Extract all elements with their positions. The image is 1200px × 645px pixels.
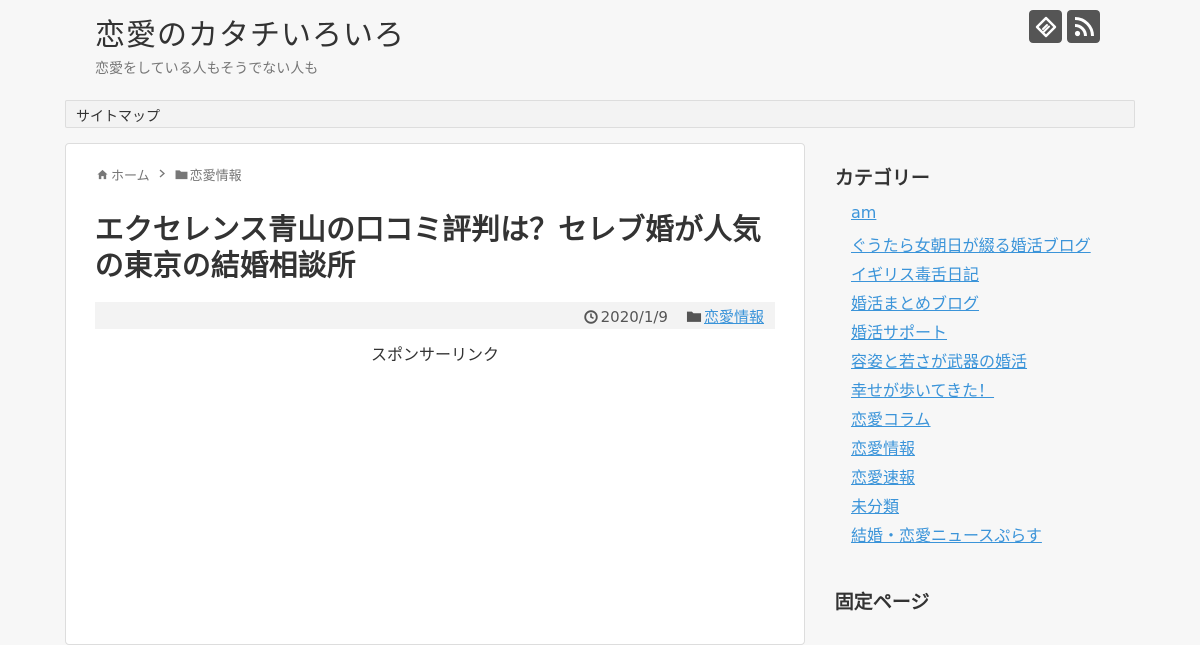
list-item: am (851, 203, 1091, 232)
post-date: 2020/1/9 (600, 307, 668, 326)
list-item: 婚活サポート (851, 319, 1091, 348)
home-icon (97, 169, 108, 180)
header-social-icons (1029, 10, 1100, 43)
category-link[interactable]: 恋愛コラム (851, 410, 931, 429)
category-link[interactable]: 恋愛情報 (851, 439, 915, 458)
list-item: イギリス毒舌日記 (851, 261, 1091, 290)
post-category-link[interactable]: 恋愛情報 (704, 306, 764, 327)
category-link[interactable]: イギリス毒舌日記 (851, 265, 979, 284)
category-link[interactable]: 恋愛速報 (851, 468, 915, 487)
article-meta: 2020/1/9 恋愛情報 (95, 302, 775, 329)
site-tagline: 恋愛をしている人もそうでない人も (95, 61, 319, 77)
list-item: 結婚・恋愛ニュースぷらす (851, 522, 1091, 551)
main-nav: サイトマップ (65, 100, 1135, 128)
feedly-icon[interactable] (1029, 10, 1062, 43)
article-title: エクセレンス青山の口コミ評判は？セレブ婚が人気の東京の結婚相談所 (95, 212, 762, 282)
category-link[interactable]: 結婚・恋愛ニュースぷらす (851, 526, 1042, 545)
list-item: 恋愛コラム (851, 406, 1091, 435)
breadcrumb: ホーム 恋愛情報 (97, 165, 242, 184)
list-item: 恋愛情報 (851, 435, 1091, 464)
category-link[interactable]: 婚活まとめブログ (851, 294, 979, 313)
category-link[interactable]: ぐうたら女朝日が綴る婚活ブログ (851, 236, 1091, 255)
category-list: am ぐうたら女朝日が綴る婚活ブログ イギリス毒舌日記 婚活まとめブログ 婚活サポート容… (851, 203, 1091, 551)
list-item: 恋愛速報 (851, 464, 1091, 493)
site-title[interactable]: 恋愛のカタチいろいろ (95, 10, 405, 54)
list-item: ぐうたら女朝日が綴る婚活ブログ (851, 232, 1091, 261)
category-link[interactable]: 婚活サポート (851, 323, 947, 342)
category-link[interactable]: 未分類 (851, 497, 899, 516)
breadcrumb-home-link[interactable]: ホーム (111, 165, 150, 184)
nav-item-sitemap[interactable]: サイトマップ (76, 106, 160, 126)
list-item: 婚活まとめブログ (851, 290, 1091, 319)
list-item: 容姿と若さが武器の婚活 (851, 348, 1091, 377)
folder-icon (175, 170, 188, 180)
categories-widget-title: カテゴリー (835, 167, 931, 189)
category-link[interactable]: 容姿と若さが武器の婚活 (851, 352, 1027, 371)
pages-widget-title: 固定ページ (835, 591, 930, 613)
rss-icon[interactable] (1067, 10, 1100, 43)
folder-icon (686, 311, 702, 322)
list-item: 幸せが歩いてきた！ (851, 377, 1091, 406)
list-item: 未分類 (851, 493, 1091, 522)
breadcrumb-category-link[interactable]: 恋愛情報 (190, 165, 242, 184)
sponsor-label: スポンサーリンク (370, 345, 499, 364)
category-link[interactable]: 幸せが歩いてきた！ (851, 381, 994, 400)
category-link[interactable]: am (851, 203, 876, 222)
clock-icon (583, 309, 598, 324)
main-content: ホーム 恋愛情報 エクセレンス青山の口コミ評判は？セレブ婚が人気の東京の結婚相談… (65, 143, 805, 645)
chevron-right-icon (159, 167, 165, 182)
